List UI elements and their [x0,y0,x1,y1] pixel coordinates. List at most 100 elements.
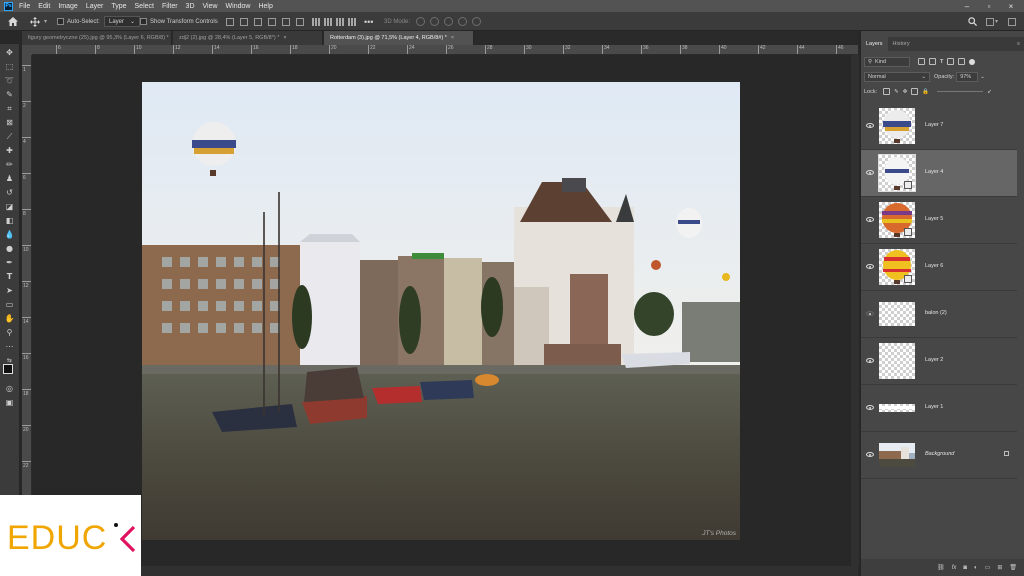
layer-name[interactable]: Layer 1 [925,404,943,410]
menu-window[interactable]: Window [226,3,251,10]
visibility-eye-icon[interactable] [866,264,874,269]
lock-icon[interactable] [1004,451,1009,456]
lock-transparent-icon[interactable] [883,88,891,95]
horizontal-scrollbar[interactable] [32,566,858,576]
delete-layer-icon[interactable]: 🗑 [1009,564,1017,571]
type-tool-icon[interactable]: T [3,271,16,282]
blend-mode-dropdown[interactable]: Normal ⌄ [864,71,930,82]
distribute-middle-icon[interactable] [324,17,332,26]
3d-roll-icon[interactable] [430,17,439,26]
ruler-vertical[interactable]: 124681012141618202224 [22,55,32,499]
3d-slide-icon[interactable] [458,17,467,26]
search-icon[interactable] [968,15,977,28]
filter-adjustment-icon[interactable] [929,58,936,65]
opacity-input[interactable]: 97% [956,71,979,82]
lasso-icon[interactable]: ➰ [3,75,16,86]
distribute-bottom-icon[interactable] [336,17,344,26]
tab-history[interactable]: History [888,37,915,51]
document-canvas[interactable]: JT's Photos [142,82,740,540]
menu-layer[interactable]: Layer [86,3,104,10]
foreground-color-swatch[interactable] [3,364,13,374]
minimize-icon[interactable]: – [956,0,978,12]
close-icon[interactable]: × [1000,0,1022,12]
lock-position-icon[interactable]: ✥ [903,89,908,95]
more-options-icon[interactable]: ••• [364,15,373,28]
layer-name[interactable]: Layer 6 [925,263,943,269]
distribute-top-icon[interactable] [312,17,320,26]
quick-selection-icon[interactable]: ✎ [3,89,16,100]
dodge-icon[interactable]: ● [3,243,16,254]
move-icon[interactable]: ✥ [3,47,16,58]
align-left-icon[interactable] [226,17,234,26]
layer-name[interactable]: Layer 2 [925,357,943,363]
workspace-icon[interactable]: ▾ [986,15,998,28]
visibility-eye-icon[interactable] [866,358,874,363]
menu-select[interactable]: Select [135,3,154,10]
visibility-eye-icon[interactable] [866,170,874,175]
layer-name[interactable]: Background [925,451,954,457]
path-selection-icon[interactable]: ➤ [3,285,16,296]
share-icon[interactable] [1008,15,1016,28]
3d-scale-icon[interactable] [472,17,481,26]
gradient-icon[interactable]: ◧ [3,215,16,226]
move-tool-icon[interactable]: ▾ [30,15,47,28]
layer-name[interactable]: Layer 7 [925,122,943,128]
filter-type-icon[interactable]: T [940,59,943,65]
maximize-icon[interactable]: ▫ [978,0,1000,12]
clone-stamp-icon[interactable]: ♟ [3,173,16,184]
filter-pixel-icon[interactable] [918,58,925,65]
align-bottom-icon[interactable] [296,17,304,26]
pen-icon[interactable]: ✒ [3,257,16,268]
visibility-eye-icon[interactable] [866,217,874,222]
adjustment-layer-icon[interactable]: ◐ [974,565,978,571]
layer-filter-dropdown[interactable]: ⚲ Kind [864,56,910,67]
align-right-icon[interactable] [254,17,262,26]
rectangle-icon[interactable]: ▭ [3,299,16,310]
history-brush-icon[interactable]: ↺ [3,187,16,198]
menu-edit[interactable]: Edit [38,3,50,10]
layer-row-layer-2[interactable]: Layer 2 [861,338,1017,385]
layer-row-layer-7[interactable]: Layer 7 [861,103,1017,150]
filter-toggle-icon[interactable] [969,58,976,65]
layer-row-layer-5[interactable]: Layer 5 [861,197,1017,244]
new-layer-icon[interactable]: ⊞ [997,564,1002,571]
tab-close-icon[interactable]: × [451,35,454,41]
opacity-dropdown-icon[interactable]: ⌄ [980,74,985,80]
tab-layers[interactable]: Layers [861,37,888,51]
vertical-scrollbar[interactable] [851,55,859,566]
layer-style-icon[interactable]: fx [952,565,957,571]
crop-icon[interactable]: ⌗ [3,103,16,114]
distribute-horizontal-icon[interactable] [348,17,356,26]
photoshop-logo-icon[interactable]: Ps [4,1,13,11]
layer-row-layer-1[interactable]: Layer 1 [861,385,1017,432]
healing-brush-icon[interactable]: ✚ [3,145,16,156]
marquee-icon[interactable]: ⬚ [3,61,16,72]
layer-name[interactable]: Layer 4 [925,169,943,175]
tab-zdj2[interactable]: zdj2 (2).jpg @ 28,4% (Layer 5, RGB/8*) *… [173,31,323,45]
hand-icon[interactable]: ✋ [3,313,16,324]
layer-name[interactable]: balon (2) [925,310,947,316]
link-layers-icon[interactable]: ⛓ [937,564,945,571]
layer-row-layer-6[interactable]: Layer 6 [861,244,1017,291]
tab-figury-geometryczne[interactable]: figury geometryczne (25).jpg @ 95,3% (La… [22,31,176,45]
visibility-eye-icon[interactable] [866,452,874,457]
filter-smart-object-icon[interactable] [958,58,966,65]
menu-filter[interactable]: Filter [162,3,178,10]
lock-all-icon[interactable]: 🔒 [922,89,929,95]
visibility-eye-off-icon[interactable] [866,311,874,316]
menu-type[interactable]: Type [111,3,126,10]
quick-mask-icon[interactable]: ◎ [3,383,16,394]
lock-artboard-icon[interactable] [911,88,919,95]
add-mask-icon[interactable]: ◙ [963,565,967,571]
show-transform-checkbox[interactable] [140,18,147,25]
menu-3d[interactable]: 3D [186,3,195,10]
ruler-horizontal[interactable]: 6 8 10 12 14 16 18 20 22 24 26 28 30 32 34 36 38 40 42 44 46 [32,45,858,55]
layer-name[interactable]: Layer 5 [925,216,943,222]
menu-help[interactable]: Help [258,3,272,10]
blur-icon[interactable]: 💧 [3,229,16,240]
menu-image[interactable]: Image [58,3,77,10]
home-icon[interactable] [8,15,18,28]
align-top-icon[interactable] [268,17,276,26]
auto-select-dropdown[interactable]: Layer ⌄ [104,16,141,27]
zoom-icon[interactable]: ⚲ [3,327,16,338]
